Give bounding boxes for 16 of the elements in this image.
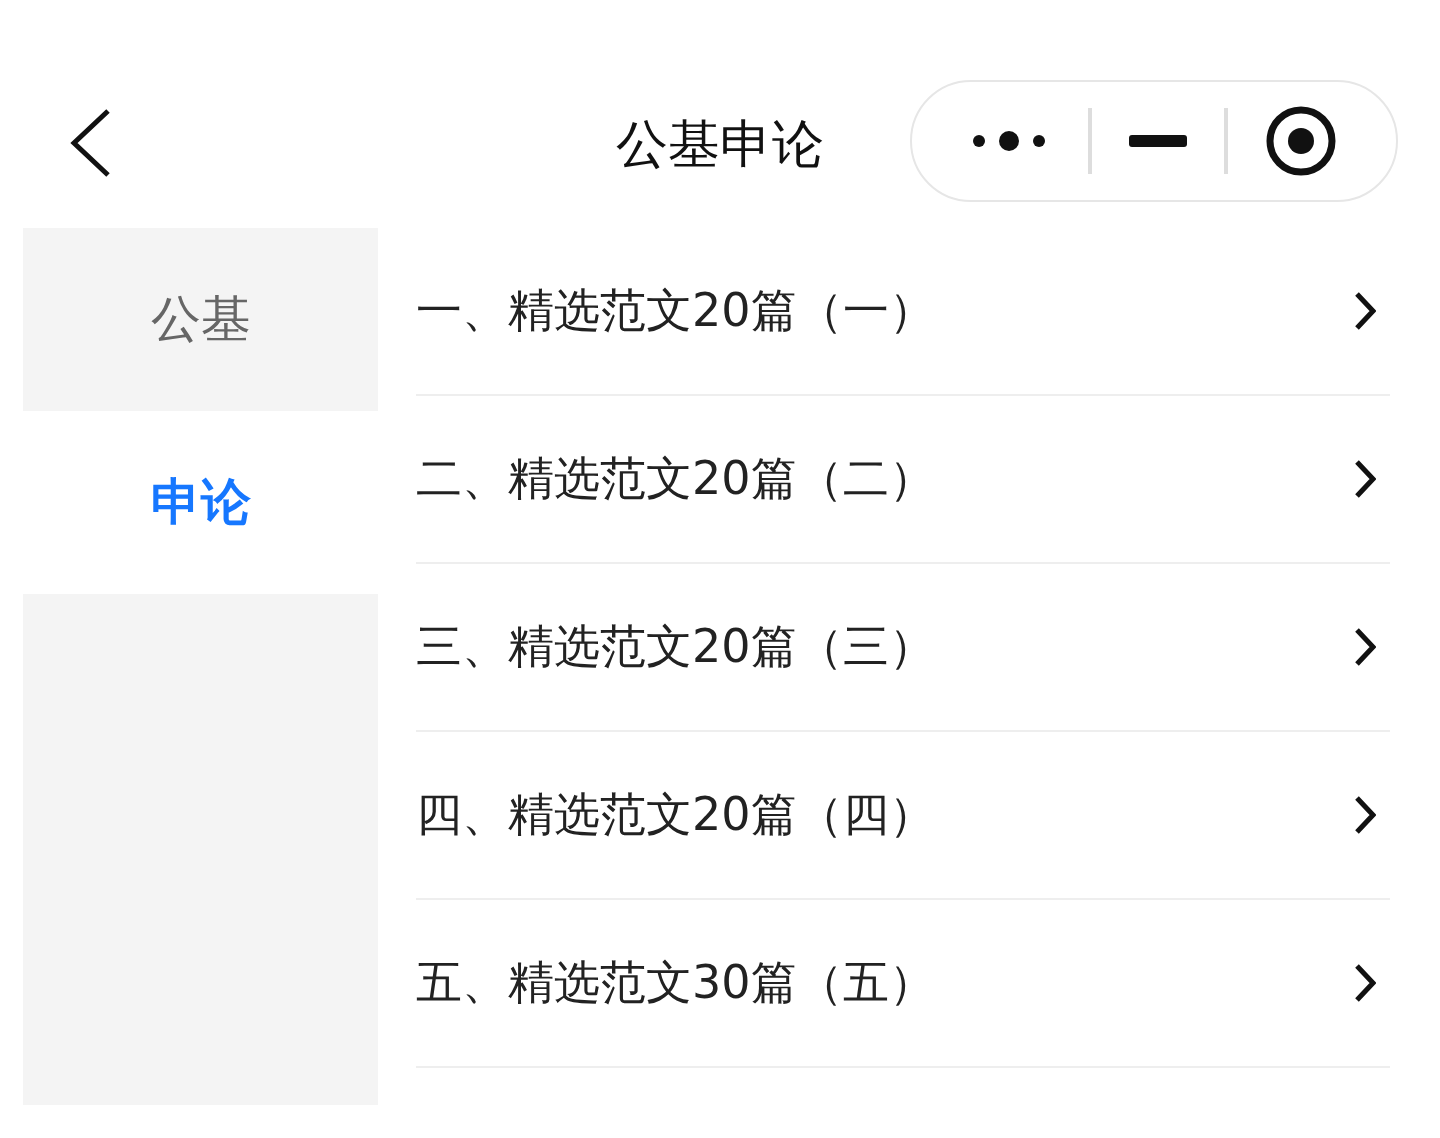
list-item-label[interactable]: 一、精选范文20篇（一） — [416, 280, 935, 342]
sidebar-tab[interactable]: 申论 — [23, 411, 378, 594]
chevron-right-icon[interactable] — [1354, 459, 1376, 499]
chevron-right-icon[interactable] — [1354, 963, 1376, 1003]
minimize-icon[interactable] — [1128, 135, 1187, 147]
chevron-right-icon[interactable] — [1354, 795, 1376, 835]
list-item-label[interactable]: 二、精选范文20篇（二） — [416, 448, 935, 510]
page-title: 公基申论 — [615, 113, 825, 176]
list-item-label[interactable]: 三、精选范文20篇（三） — [416, 616, 935, 678]
chevron-right-icon[interactable] — [1354, 627, 1376, 667]
sidebar-tab[interactable]: 公基 — [23, 228, 378, 411]
list-item-label[interactable]: 四、精选范文20篇（四） — [416, 784, 935, 846]
back-icon[interactable] — [68, 108, 112, 178]
list-item-label[interactable]: 五、精选范文30篇（五） — [416, 952, 935, 1014]
close-icon[interactable] — [1265, 105, 1338, 177]
chevron-right-icon[interactable] — [1354, 291, 1376, 331]
